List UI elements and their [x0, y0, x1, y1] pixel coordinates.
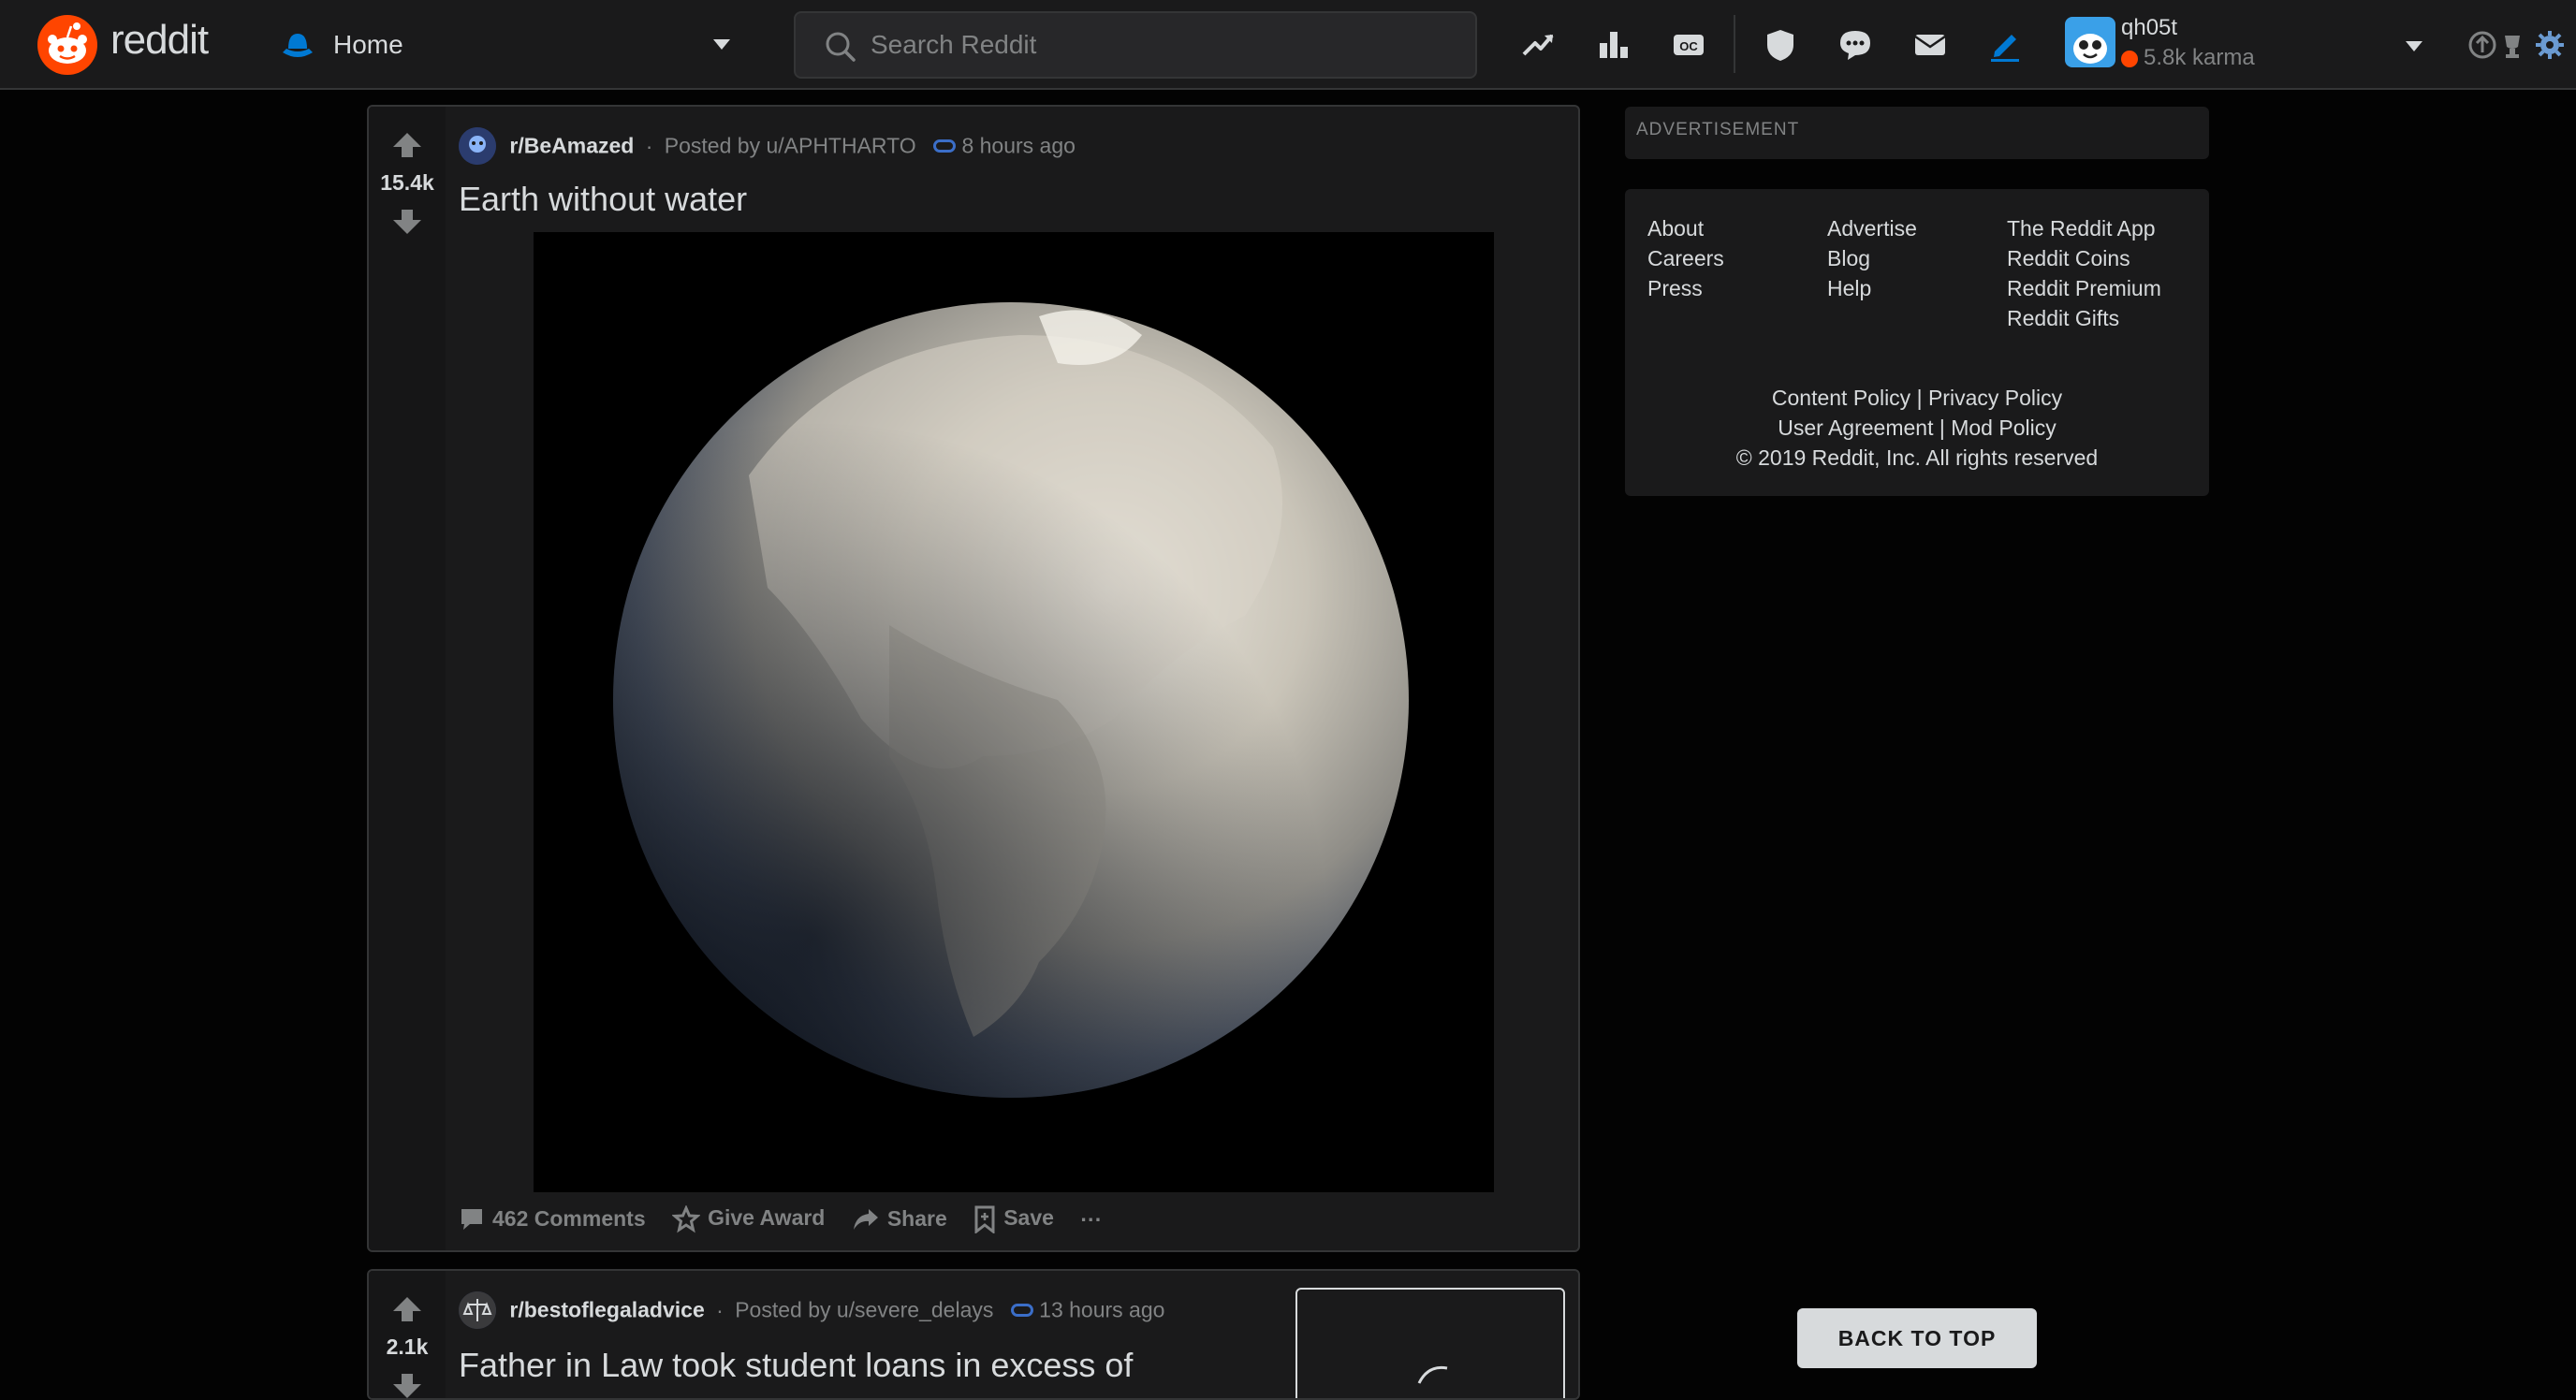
- award-icon: [671, 1204, 701, 1233]
- footer-link-reddit-premium[interactable]: Reddit Premium: [2007, 273, 2161, 303]
- footer-link-reddit-coins[interactable]: Reddit Coins: [2007, 243, 2161, 273]
- upvote-icon[interactable]: [389, 129, 425, 161]
- chevron-down-icon: [2406, 41, 2422, 51]
- footer-link-about[interactable]: About: [1647, 213, 1724, 243]
- save-button[interactable]: Save: [973, 1205, 1054, 1235]
- footer-link-careers[interactable]: Careers: [1647, 243, 1724, 273]
- comment-icon: [461, 1209, 482, 1231]
- share-label: Share: [886, 1205, 947, 1231]
- svg-text:OC: OC: [1679, 39, 1698, 53]
- meta-separator: ·: [645, 133, 653, 158]
- home-icon: [283, 34, 313, 57]
- user-dropdown[interactable]: qh05t 5.8k karma: [2059, 11, 2434, 79]
- oc-icon[interactable]: OC: [1670, 26, 1707, 64]
- extension-icons: [2467, 28, 2572, 66]
- reddit-wordmark[interactable]: reddit: [110, 17, 209, 64]
- share-button[interactable]: Share: [852, 1206, 947, 1233]
- vote-score: 15.4k: [380, 170, 434, 195]
- vote-column: 15.4k: [369, 107, 446, 1250]
- vote-column: 2.1k: [369, 1271, 446, 1398]
- back-to-top-button[interactable]: BACK TO TOP: [1797, 1308, 2037, 1368]
- policy-row: Content Policy | Privacy Policy: [1625, 386, 2209, 411]
- bookmark-icon: [974, 1205, 995, 1235]
- trophy-icon[interactable]: [2505, 36, 2520, 58]
- upload-icon[interactable]: [2468, 31, 2496, 59]
- reddit-logo-icon[interactable]: [37, 15, 97, 75]
- footer-link-advertise[interactable]: Advertise: [1827, 213, 1917, 243]
- post-title[interactable]: Father in Law took student loans in exce…: [459, 1346, 1133, 1385]
- user-agreement-link[interactable]: User Agreement: [1778, 416, 1933, 440]
- post-actions: 462 Comments Give Award Share Save ···: [459, 1204, 1124, 1243]
- feed-dropdown[interactable]: Home: [277, 21, 741, 69]
- footer-link-help[interactable]: Help: [1827, 273, 1917, 303]
- subreddit-icon[interactable]: [459, 1291, 496, 1329]
- avatar: [2065, 17, 2115, 67]
- upvote-icon[interactable]: [389, 1293, 425, 1325]
- post-meta: r/bestoflegaladvice · Posted by u/severe…: [459, 1291, 1164, 1329]
- subreddit-link[interactable]: r/BeAmazed: [509, 134, 634, 158]
- post-image[interactable]: [534, 232, 1494, 1192]
- search-input[interactable]: [871, 28, 1432, 62]
- username: qh05t: [2121, 15, 2178, 40]
- footer-links-box: About Careers Press Advertise Blog Help …: [1625, 189, 2209, 496]
- policy-separator: |: [1939, 416, 1945, 440]
- posted-by[interactable]: Posted by u/APHTHARTO: [665, 134, 916, 158]
- header-divider: [1734, 15, 1735, 73]
- footer-column: About Careers Press: [1647, 213, 1724, 303]
- post-title[interactable]: Earth without water: [459, 180, 747, 219]
- footer-column: The Reddit App Reddit Coins Reddit Premi…: [2007, 213, 2161, 333]
- advertisement-box: ADVERTISEMENT: [1625, 107, 2209, 159]
- tag-icon: [1010, 1304, 1033, 1317]
- subreddit-icon[interactable]: [459, 127, 496, 165]
- posted-by[interactable]: Posted by u/severe_delays: [735, 1298, 993, 1322]
- comments-label: 462 Comments: [492, 1205, 646, 1231]
- top-navbar: reddit Home OC: [0, 0, 2576, 90]
- trending-icon[interactable]: [1520, 26, 1558, 64]
- content-policy-link[interactable]: Content Policy: [1772, 386, 1910, 410]
- chevron-down-icon: [713, 39, 730, 50]
- post-card[interactable]: 2.1k r/bestoflegaladvice · Posted by u/s…: [367, 1269, 1580, 1400]
- stats-icon[interactable]: [1595, 26, 1632, 64]
- footer-link-reddit-app[interactable]: The Reddit App: [2007, 213, 2161, 243]
- footer-column: Advertise Blog Help: [1827, 213, 1917, 303]
- tag-icon: [933, 139, 957, 153]
- chat-icon[interactable]: [1837, 26, 1874, 64]
- meta-separator: ·: [716, 1297, 724, 1322]
- privacy-policy-link[interactable]: Privacy Policy: [1928, 386, 2062, 410]
- footer-link-reddit-gifts[interactable]: Reddit Gifts: [2007, 303, 2161, 333]
- downvote-icon[interactable]: [389, 1370, 425, 1400]
- policy-separator: |: [1916, 386, 1923, 410]
- share-icon: [853, 1209, 878, 1231]
- give-award-label: Give Award: [708, 1205, 826, 1231]
- save-label: Save: [1003, 1205, 1054, 1231]
- downvote-icon[interactable]: [389, 206, 425, 238]
- karma-icon: [2121, 51, 2138, 67]
- policy-row: User Agreement | Mod Policy: [1625, 416, 2209, 441]
- footer-link-press[interactable]: Press: [1647, 273, 1724, 303]
- post-timestamp[interactable]: 13 hours ago: [1039, 1298, 1164, 1322]
- vote-score: 2.1k: [386, 1334, 429, 1359]
- mail-icon[interactable]: [1911, 26, 1949, 64]
- post-meta: r/BeAmazed · Posted by u/APHTHARTO 8 hou…: [459, 127, 1076, 165]
- feed-label: Home: [333, 30, 403, 59]
- give-award-button[interactable]: Give Award: [671, 1204, 826, 1233]
- subreddit-link[interactable]: r/bestoflegaladvice: [509, 1298, 704, 1322]
- footer-link-blog[interactable]: Blog: [1827, 243, 1917, 273]
- copyright-text: © 2019 Reddit, Inc. All rights reserved: [1735, 445, 2099, 470]
- gear-icon[interactable]: [2536, 31, 2564, 59]
- search-icon: [826, 32, 856, 62]
- post-card[interactable]: 15.4k r/BeAmazed · Posted by u/APHTHARTO…: [367, 105, 1580, 1252]
- karma-count: 5.8k karma: [2144, 45, 2255, 70]
- mod-policy-link[interactable]: Mod Policy: [1951, 416, 2056, 440]
- advertisement-label: ADVERTISEMENT: [1636, 120, 1800, 139]
- shield-icon[interactable]: [1762, 26, 1799, 64]
- pencil-icon[interactable]: [1986, 26, 2024, 64]
- more-options-button[interactable]: ···: [1080, 1207, 1102, 1232]
- comments-button[interactable]: 462 Comments: [459, 1206, 646, 1233]
- post-timestamp[interactable]: 8 hours ago: [961, 134, 1075, 158]
- search-bar[interactable]: [794, 11, 1477, 79]
- post-thumbnail[interactable]: [1295, 1288, 1565, 1398]
